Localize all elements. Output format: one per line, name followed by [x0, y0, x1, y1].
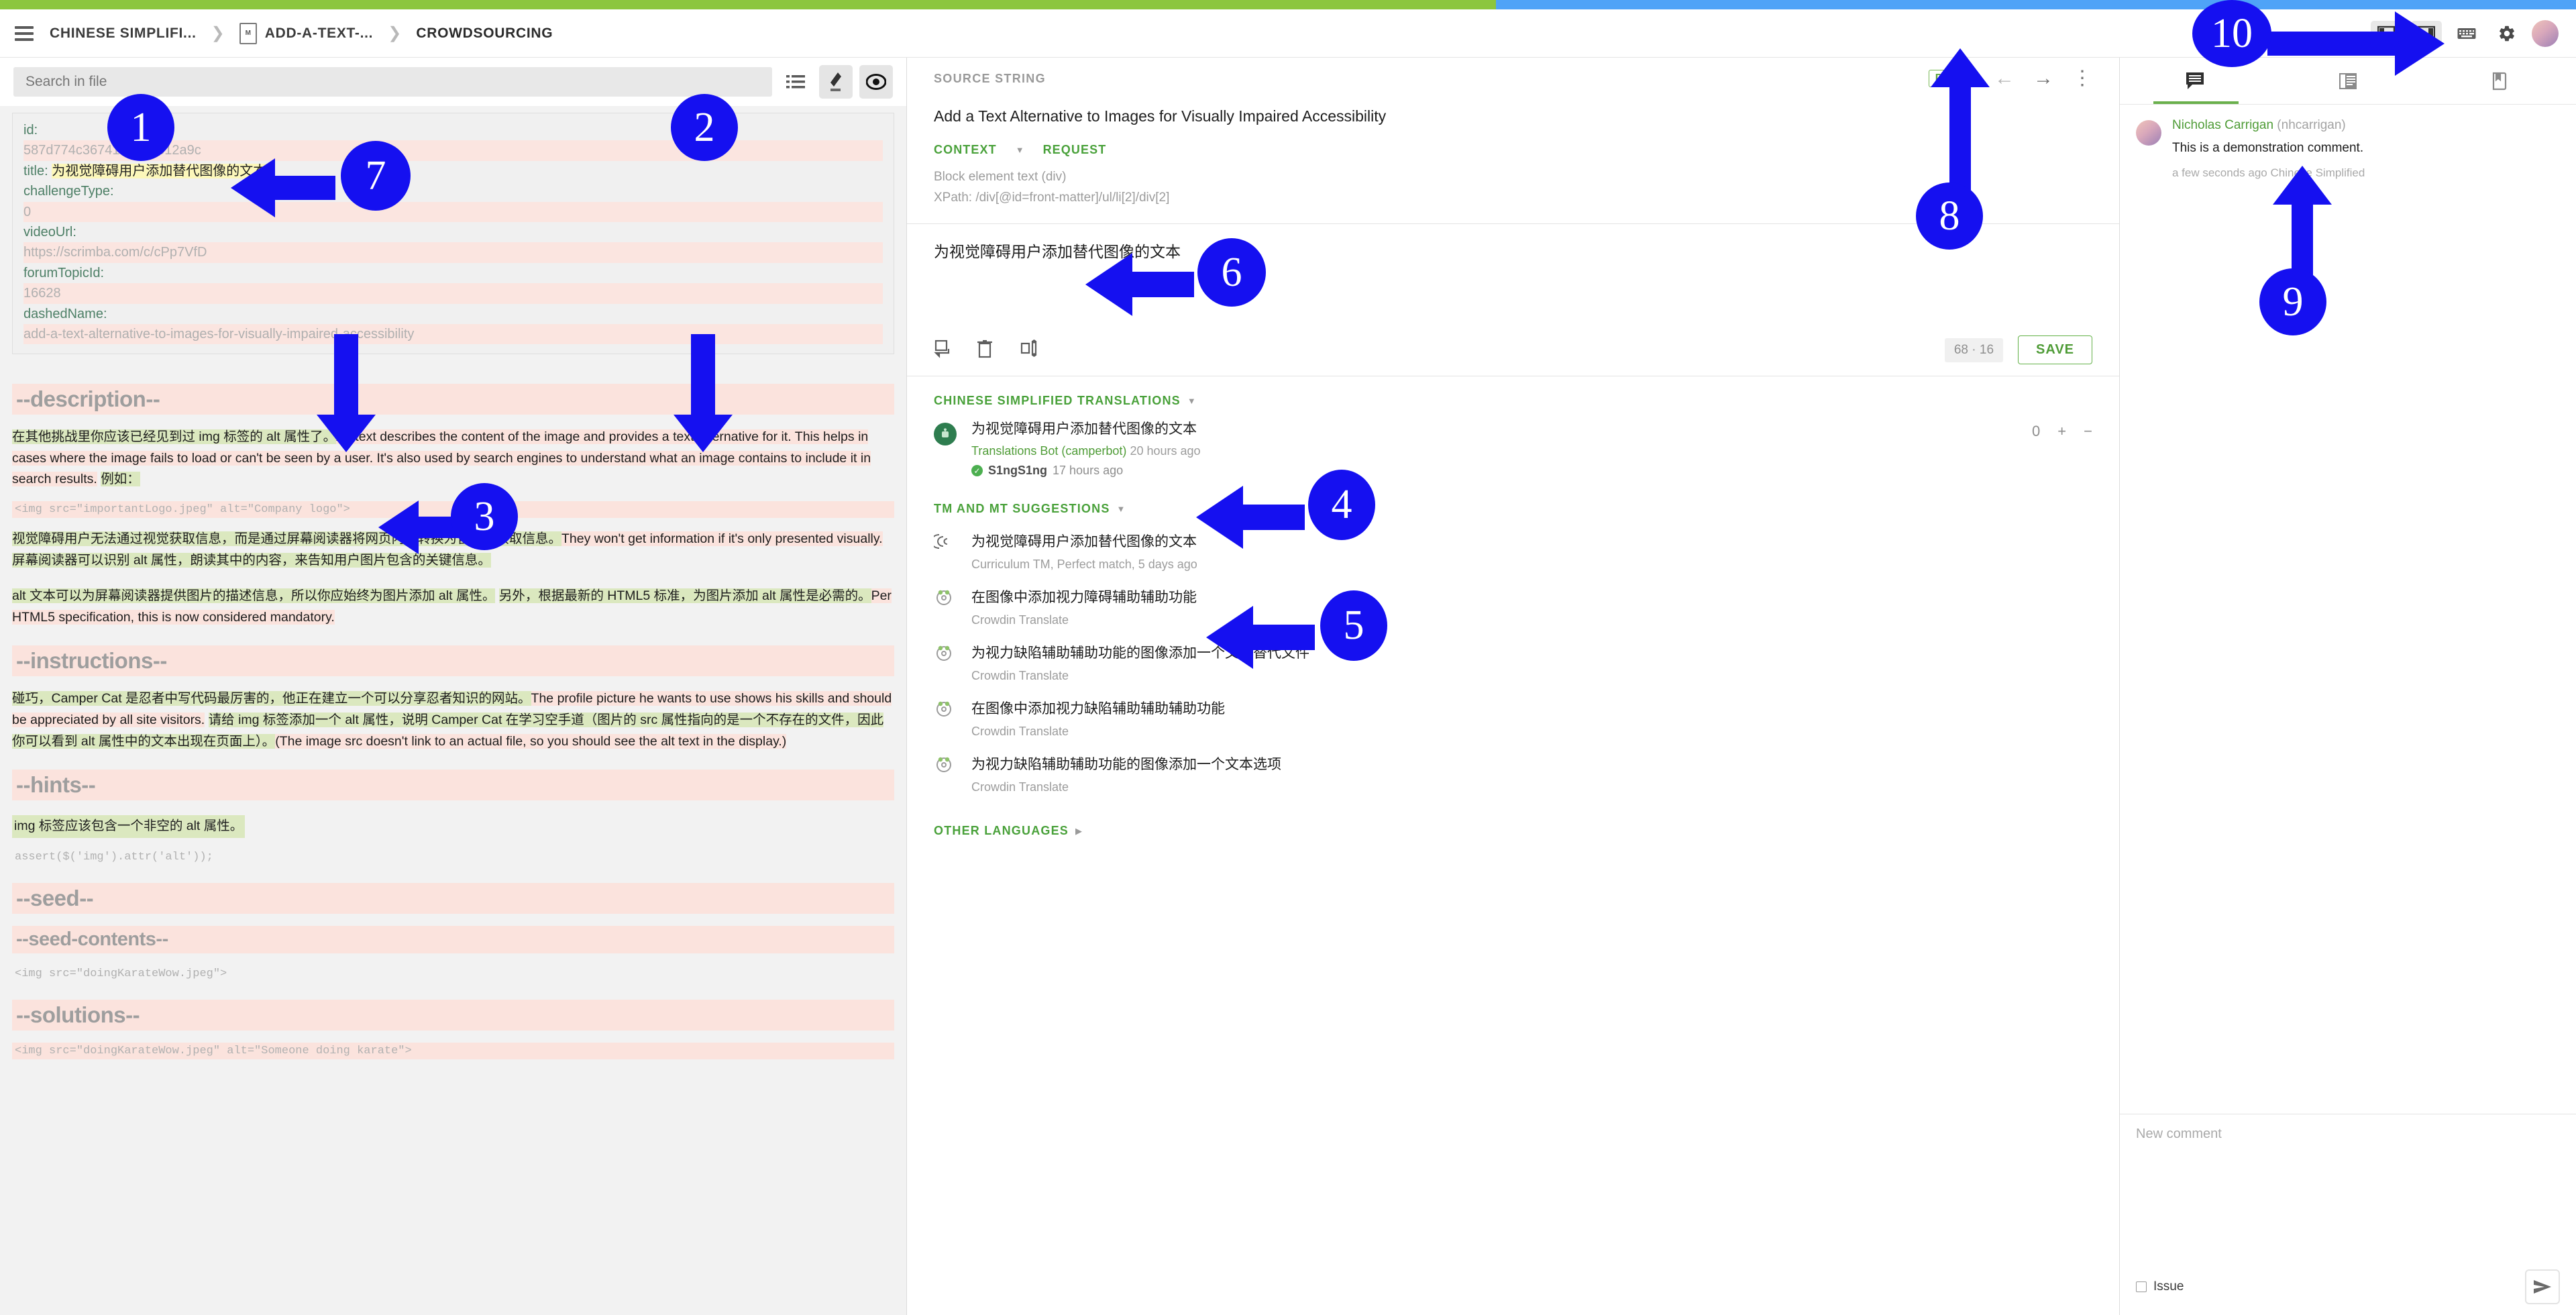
annotation-marker-2: 2 [671, 94, 738, 161]
annotation-marker-6: 6 [1197, 238, 1266, 307]
annotation-marker-5: 5 [1320, 590, 1387, 661]
annotation-marker-9: 9 [2259, 268, 2326, 335]
annotation-marker-8: 8 [1916, 182, 1983, 250]
annotation-marker-1: 1 [107, 94, 174, 161]
annotation-marker-4: 4 [1308, 470, 1375, 540]
annotation-marker-3: 3 [451, 483, 518, 550]
annotation-marker-10: 10 [2192, 0, 2271, 67]
annotation-marker-7: 7 [341, 141, 411, 211]
